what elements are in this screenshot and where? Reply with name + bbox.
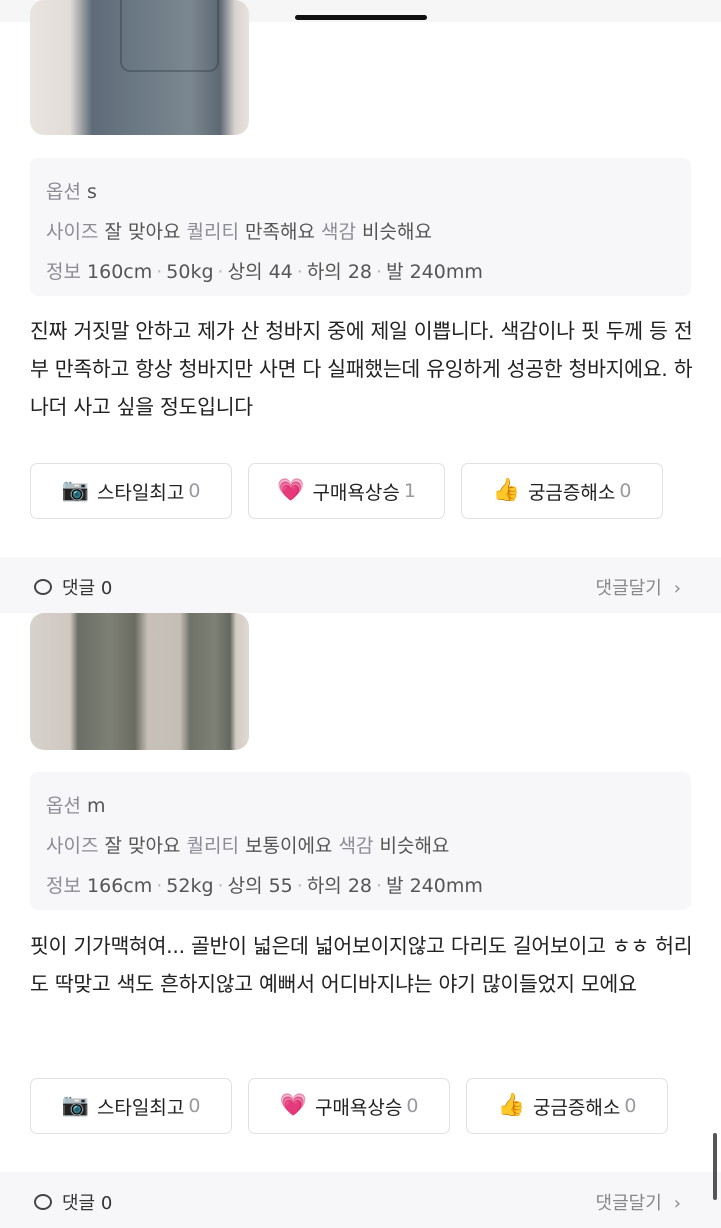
reaction-purchase-up-button[interactable]: 💗 구매욕상승 1 — [248, 463, 445, 519]
reaction-curiosity-solved-button[interactable]: 👍 궁금증해소 0 — [466, 1078, 668, 1134]
comments-count[interactable]: 댓글 0 — [34, 574, 112, 600]
attribute-line: 사이즈 잘 맞아요 퀄리티 보통이에요 색감 비슷해요 — [46, 835, 450, 857]
comment-icon — [34, 579, 52, 595]
review-text: 진짜 거짓말 안하고 제가 산 청바지 중에 제일 이쁩니다. 색감이나 핏 두… — [30, 319, 693, 419]
comments-count[interactable]: 댓글 0 — [34, 1189, 112, 1215]
review-info-box: 옵션 s 사이즈 잘 맞아요 퀄리티 만족해요 색감 비슷해요 정보 160cm… — [30, 158, 691, 296]
camera-icon: 📷 — [61, 1093, 89, 1118]
scrollbar[interactable] — [713, 1133, 717, 1200]
review-photo[interactable] — [30, 0, 249, 135]
sheet-handle[interactable] — [295, 15, 427, 20]
body-info-line: 정보 166cm · 52kg · 상의 55 · 하의 28 · 발 240mm — [46, 875, 483, 897]
chevron-right-icon: › — [673, 1193, 681, 1214]
comments-bar: 댓글 0 댓글달기 › — [0, 557, 721, 613]
reaction-purchase-up-button[interactable]: 💗 구매욕상승 0 — [248, 1078, 450, 1134]
comment-icon — [34, 1194, 52, 1210]
thumbs-up-icon: 👍 — [492, 478, 520, 503]
option-line: 옵션 s — [46, 181, 97, 203]
thumbs-up-icon: 👍 — [497, 1093, 525, 1118]
review-text: 핏이 기가맥혀여... 골반이 넓은데 넓어보이지않고 다리도 길어보이고 ㅎㅎ… — [30, 934, 693, 996]
attribute-line: 사이즈 잘 맞아요 퀄리티 만족해요 색감 비슷해요 — [46, 221, 432, 243]
body-info-line: 정보 160cm · 50kg · 상의 44 · 하의 28 · 발 240mm — [46, 261, 483, 283]
reaction-curiosity-solved-button[interactable]: 👍 궁금증해소 0 — [461, 463, 663, 519]
write-comment-link[interactable]: 댓글달기 › — [596, 1189, 681, 1215]
write-comment-link[interactable]: 댓글달기 › — [596, 574, 681, 600]
reaction-style-best-button[interactable]: 📷 스타일최고 0 — [30, 1078, 232, 1134]
reaction-style-best-button[interactable]: 📷 스타일최고 0 — [30, 463, 232, 519]
heart-icon: 💗 — [279, 1093, 307, 1118]
review-info-box: 옵션 m 사이즈 잘 맞아요 퀄리티 보통이에요 색감 비슷해요 정보 166c… — [30, 772, 691, 910]
chevron-right-icon: › — [673, 578, 681, 599]
review-photo[interactable] — [30, 613, 249, 750]
option-line: 옵션 m — [46, 795, 106, 817]
comments-bar: 댓글 0 댓글달기 › — [0, 1172, 721, 1228]
camera-icon: 📷 — [61, 478, 89, 503]
heart-icon: 💗 — [277, 478, 305, 503]
